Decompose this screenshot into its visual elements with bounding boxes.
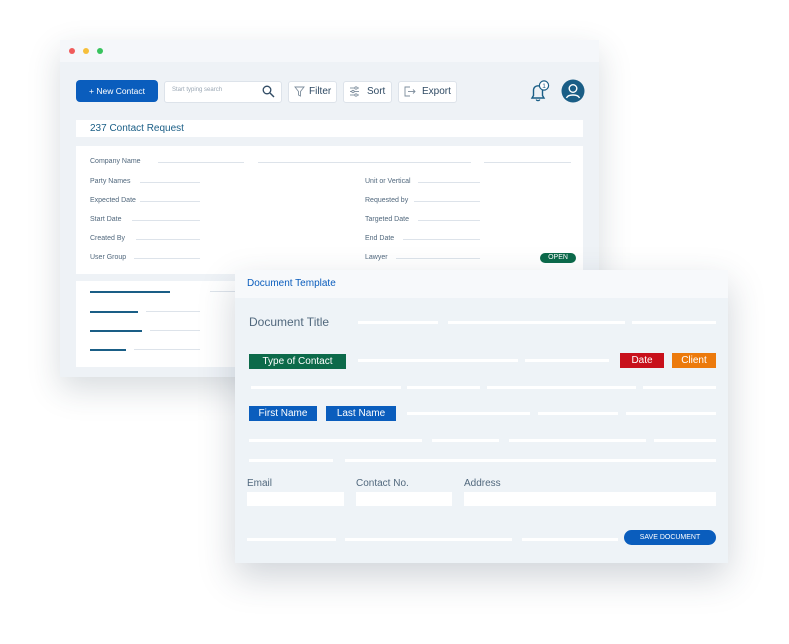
unit-vertical-label: Unit or Vertical xyxy=(365,178,411,185)
content-line xyxy=(487,386,636,389)
targeted-date-label: Targeted Date xyxy=(365,216,409,223)
requested-by-label: Requested by xyxy=(365,197,409,204)
content-line xyxy=(509,439,646,442)
doc-title-line xyxy=(632,321,716,324)
export-button[interactable]: Export xyxy=(398,81,457,103)
expected-date-value xyxy=(140,201,200,202)
document-template-window: Document Template Document Title Type of… xyxy=(235,270,728,563)
search-input[interactable]: Start typing search xyxy=(164,81,282,103)
content-line xyxy=(407,412,530,415)
sort-icon xyxy=(350,86,359,97)
sort-button[interactable]: Sort xyxy=(343,81,392,103)
doc-title-line xyxy=(358,321,438,324)
address-label: Address xyxy=(464,478,501,489)
address-field[interactable] xyxy=(464,492,716,506)
content-line xyxy=(251,386,401,389)
request-details-panel: Company Name Party Names Expected Date S… xyxy=(76,146,583,274)
company-name-value xyxy=(158,162,244,163)
list-item-meta xyxy=(134,349,200,350)
content-line xyxy=(432,439,499,442)
user-avatar-icon[interactable] xyxy=(561,79,585,103)
export-icon xyxy=(404,86,416,97)
export-label: Export xyxy=(422,86,451,97)
created-by-label: Created By xyxy=(90,235,126,242)
start-date-label: Start Date xyxy=(90,216,122,223)
email-label: Email xyxy=(247,478,273,489)
filter-icon xyxy=(294,86,305,97)
created-by-value xyxy=(136,239,200,240)
close-dot[interactable] xyxy=(69,48,75,54)
type-of-contact-tag[interactable]: Type of Contact xyxy=(249,354,346,369)
content-line xyxy=(345,459,716,462)
status-badge: OPEN xyxy=(540,253,576,263)
company-name-value-3 xyxy=(484,162,571,163)
end-date-label: End Date xyxy=(365,235,395,242)
document-template-title: Document Template xyxy=(247,278,336,289)
list-item xyxy=(90,291,170,293)
content-line xyxy=(345,538,512,541)
contact-no-field[interactable] xyxy=(356,492,452,506)
list-item xyxy=(90,349,126,351)
end-date-value xyxy=(403,239,480,240)
content-line xyxy=(626,412,716,415)
list-item-meta xyxy=(146,311,200,312)
maximize-dot[interactable] xyxy=(97,48,103,54)
document-template-header: Document Template xyxy=(235,270,728,298)
content-line xyxy=(358,359,518,362)
request-title: 237 Contact Request xyxy=(90,123,184,134)
request-title-bar: 237 Contact Request xyxy=(76,120,583,137)
unit-vertical-value xyxy=(418,182,480,183)
new-contact-button[interactable]: + New Contact xyxy=(76,80,158,102)
first-name-tag[interactable]: First Name xyxy=(249,406,317,421)
list-item-meta xyxy=(150,330,200,331)
content-line xyxy=(247,538,336,541)
sort-label: Sort xyxy=(367,86,386,97)
bell-icon[interactable]: 1 xyxy=(527,80,551,104)
contact-no-label: Contact No. xyxy=(356,478,409,489)
content-line xyxy=(249,459,333,462)
user-group-value xyxy=(134,258,200,259)
company-name-value-2 xyxy=(258,162,471,163)
content-line xyxy=(522,538,618,541)
content-line xyxy=(407,386,480,389)
lawyer-value xyxy=(396,258,480,259)
content-line xyxy=(525,359,609,362)
doc-title-line xyxy=(448,321,625,324)
email-field[interactable] xyxy=(247,492,344,506)
requested-by-value xyxy=(414,201,480,202)
search-icon[interactable] xyxy=(262,85,275,98)
start-date-value xyxy=(132,220,200,221)
notification-count: 1 xyxy=(542,83,546,90)
last-name-tag[interactable]: Last Name xyxy=(326,406,396,421)
user-group-label: User Group xyxy=(90,254,127,261)
party-names-value xyxy=(140,182,200,183)
filter-label: Filter xyxy=(309,86,332,97)
minimize-dot[interactable] xyxy=(83,48,89,54)
search-placeholder: Start typing search xyxy=(172,87,223,93)
save-document-button[interactable]: SAVE DOCUMENT xyxy=(624,530,716,545)
date-tag[interactable]: Date xyxy=(620,353,664,368)
content-line xyxy=(249,439,422,442)
client-tag[interactable]: Client xyxy=(672,353,716,368)
party-names-label: Party Names xyxy=(90,178,131,185)
content-line xyxy=(654,439,716,442)
list-item xyxy=(90,311,138,313)
window-titlebar xyxy=(60,40,599,62)
list-item xyxy=(90,330,142,332)
company-name-label: Company Name xyxy=(90,158,141,165)
content-line xyxy=(643,386,716,389)
targeted-date-value xyxy=(418,220,480,221)
content-line xyxy=(538,412,618,415)
filter-button[interactable]: Filter xyxy=(288,81,337,103)
expected-date-label: Expected Date xyxy=(90,197,136,204)
document-title-label: Document Title xyxy=(249,315,330,329)
lawyer-label: Lawyer xyxy=(365,254,388,261)
